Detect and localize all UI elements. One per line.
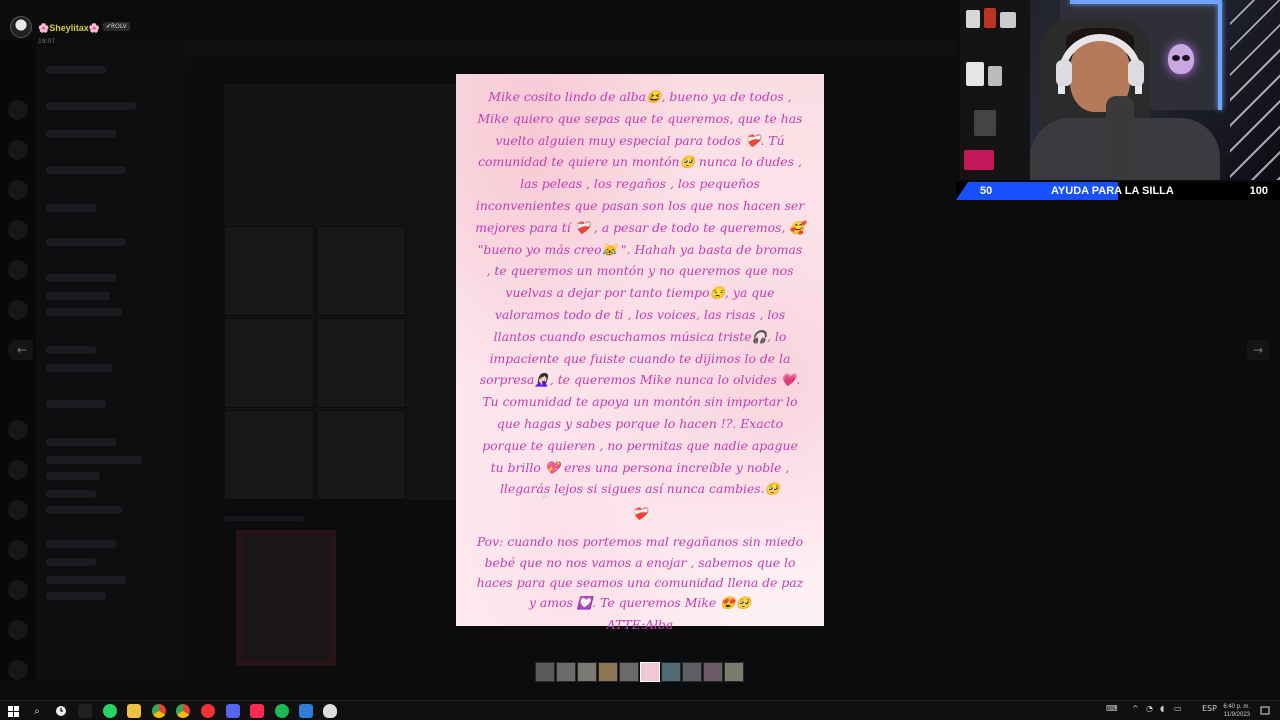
whatsapp-icon[interactable]: [103, 704, 117, 718]
shelf: [960, 0, 1030, 180]
goal-title: AYUDA PARA LA SILLA: [1051, 185, 1174, 197]
arrow-right-icon: →: [1252, 343, 1264, 357]
battery-icon[interactable]: ▭: [1174, 704, 1182, 713]
opera-icon[interactable]: [201, 704, 215, 718]
background-note-image: [236, 530, 336, 666]
thumbnail[interactable]: [577, 662, 597, 682]
server-rail: [0, 40, 36, 680]
channel-toolbar: [186, 56, 956, 70]
user-info: 🌸Sheylitax🌸 ✔ROLV 18:07: [10, 16, 130, 45]
file-explorer-icon[interactable]: [127, 704, 141, 718]
obs-icon[interactable]: [323, 704, 337, 718]
arrow-left-icon: ←: [16, 343, 28, 357]
windows-start-icon[interactable]: [6, 704, 20, 718]
neon-light: [1218, 0, 1222, 110]
letter-heart: ❤️‍🩹: [632, 506, 648, 522]
previous-image-button[interactable]: ←: [11, 340, 33, 360]
screen: 🌸Sheylitax🌸 ✔ROLV 18:07 ← → Mike cosito l…: [0, 0, 1280, 720]
goal-start-value: 50: [980, 185, 993, 197]
thumbnail[interactable]: [682, 662, 702, 682]
avatar[interactable]: [10, 16, 32, 38]
notification-icon[interactable]: [1258, 704, 1272, 718]
letter-image: Mike cosito lindo de alba😆, bueno ya de …: [456, 74, 824, 632]
chrome-icon-2[interactable]: [176, 704, 190, 718]
thumbnail[interactable]: [535, 662, 555, 682]
clock-time: 6:40 p. m.: [1223, 704, 1250, 710]
tray-chevron-icon[interactable]: ^: [1132, 704, 1139, 713]
post-time: 18:07: [38, 38, 56, 45]
thumbnail[interactable]: [556, 662, 576, 682]
thumbnail[interactable]: [703, 662, 723, 682]
taskbar: ⌕ ⌨ ^ ◔ ◖ ▭ ESP 6:40 p. m. 11/9/2023: [0, 700, 1280, 720]
clock-app-icon[interactable]: [54, 704, 68, 718]
goal-bar: 50 AYUDA PARA LA SILLA 100: [956, 182, 1280, 200]
thumbnail[interactable]: [619, 662, 639, 682]
next-image-button[interactable]: →: [1247, 340, 1269, 360]
thumbnail[interactable]: [661, 662, 681, 682]
tiktok-icon[interactable]: [250, 704, 264, 718]
spotify-icon[interactable]: [275, 704, 289, 718]
neon-light-top: [1070, 0, 1220, 4]
letter-pov: Pov: cuando nos portemos mal regañanos s…: [476, 534, 804, 611]
user-badge: ✔ROLV: [102, 22, 130, 31]
alien-icon: [1168, 44, 1194, 74]
webcam-overlay: [960, 0, 1280, 180]
clock-date: 11/9/2023: [1223, 712, 1250, 718]
chrome-icon[interactable]: [152, 704, 166, 718]
app-icon[interactable]: [78, 704, 92, 718]
username[interactable]: 🌸Sheylitax🌸: [38, 23, 100, 33]
app-icon-blue[interactable]: [299, 704, 313, 718]
thumbnail-active[interactable]: [640, 662, 660, 682]
wall-lines: [1230, 0, 1280, 180]
goal-end-value: 100: [1249, 185, 1268, 197]
keyboard-icon[interactable]: ⌨: [1106, 704, 1118, 713]
volume-icon[interactable]: ◖: [1160, 704, 1164, 713]
image-thumbnails: [535, 662, 744, 682]
network-icon[interactable]: ◔: [1146, 704, 1153, 713]
taskbar-clock[interactable]: 6:40 p. m. 11/9/2023: [1223, 703, 1250, 719]
letter-paragraph: Mike cosito lindo de alba😆, bueno ya de …: [475, 89, 805, 497]
microphone-icon: [1106, 96, 1134, 176]
search-icon[interactable]: ⌕: [30, 704, 44, 718]
headset-right-ear: [1128, 60, 1144, 86]
discord-icon[interactable]: [226, 704, 240, 718]
headset-left-ear: [1056, 60, 1072, 86]
letter-signature: ATTE:Alba: [606, 616, 674, 632]
thumbnail[interactable]: [598, 662, 618, 682]
language-indicator[interactable]: ESP: [1202, 704, 1217, 713]
thumbnail[interactable]: [724, 662, 744, 682]
channel-header: [186, 40, 956, 56]
